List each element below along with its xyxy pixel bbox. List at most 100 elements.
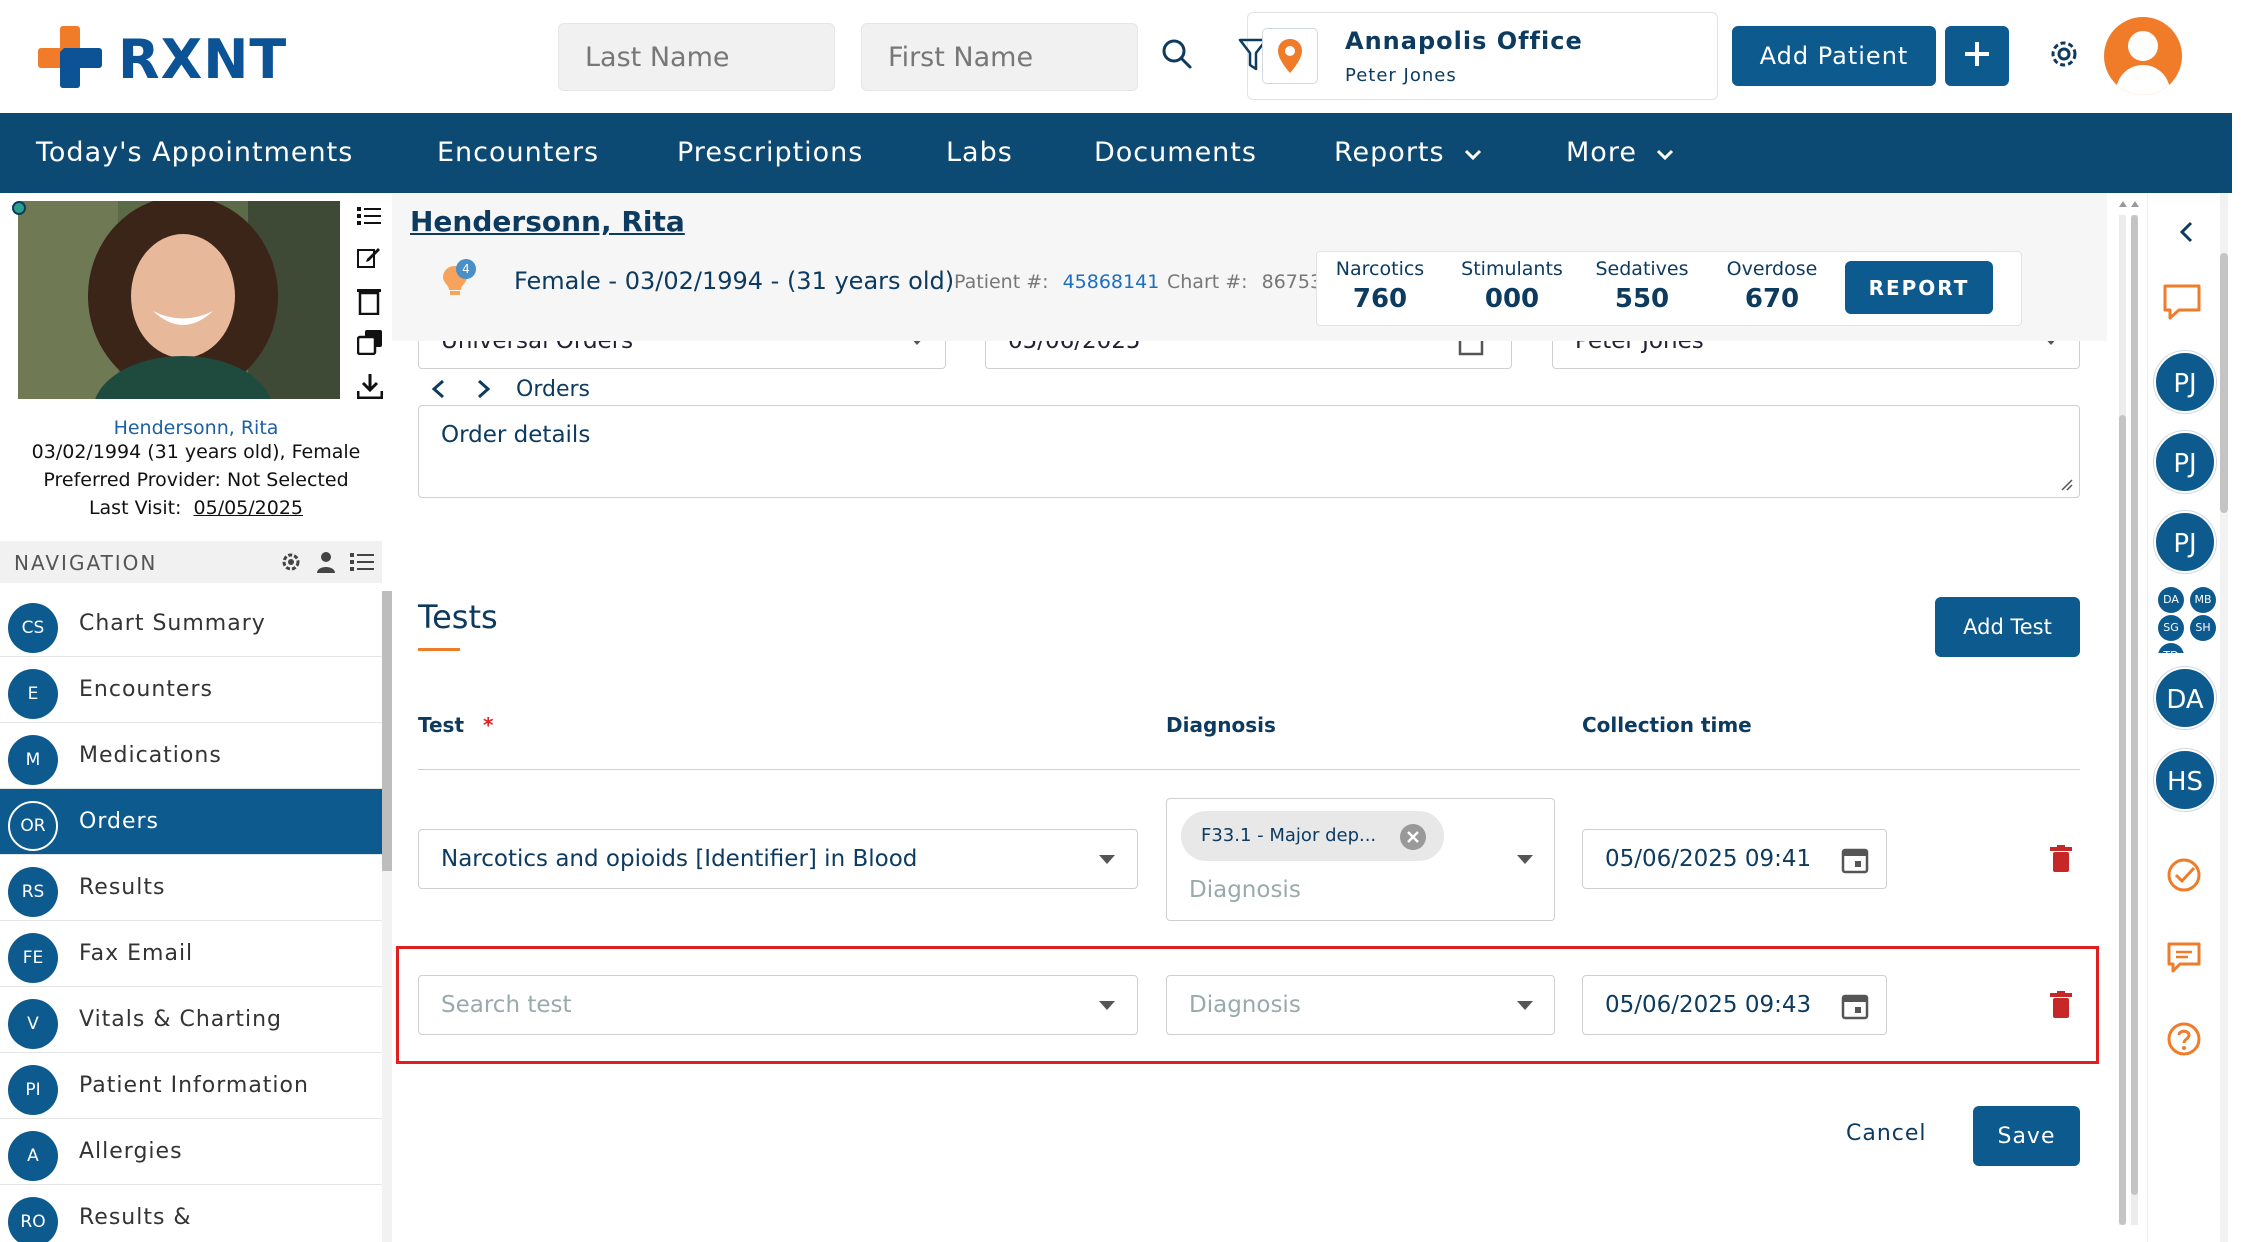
- sidebar-item-results-orders[interactable]: RO Results &: [0, 1185, 382, 1242]
- patient-banner: Hendersonn, Rita 4 Female - 03/02/1994 -…: [392, 193, 2107, 341]
- caret-down-icon: [1517, 855, 1533, 864]
- sidebar-item-patient-information[interactable]: PI Patient Information: [0, 1053, 382, 1119]
- help-icon[interactable]: [2166, 1021, 2202, 1057]
- message-icon[interactable]: [2166, 941, 2202, 975]
- rxnt-logo[interactable]: RXNT: [38, 26, 338, 91]
- list-icon[interactable]: [350, 551, 374, 573]
- trash-icon[interactable]: [357, 287, 381, 315]
- test-value: Narcotics and opioids [Identifier] in Bl…: [441, 846, 918, 872]
- save-button[interactable]: Save: [1973, 1106, 2080, 1166]
- sidebar-scrollbar-thumb[interactable]: [382, 591, 392, 871]
- right-rail: PJ PJ PJ DA MB SG SH TD DA HS: [2147, 193, 2228, 1242]
- patient-photo: [18, 201, 340, 399]
- patient-number-value[interactable]: 45868141: [1063, 271, 1160, 293]
- last-visit-value[interactable]: 05/05/2025: [194, 497, 304, 519]
- sidebar-item-allergies[interactable]: A Allergies: [0, 1119, 382, 1185]
- sidebar-item-encounters[interactable]: E Encounters: [0, 657, 382, 723]
- add-patient-button[interactable]: Add Patient: [1732, 26, 1936, 86]
- logo-text: RXNT: [118, 28, 288, 91]
- user-avatar[interactable]: [2104, 17, 2182, 95]
- close-icon[interactable]: [1399, 823, 1427, 851]
- edit-icon[interactable]: [357, 245, 381, 269]
- diagnosis-select-2[interactable]: Diagnosis: [1166, 975, 1555, 1035]
- diagnosis-select[interactable]: F33.1 - Major dep... Diagnosis: [1166, 798, 1555, 921]
- chevron-left-icon[interactable]: [430, 379, 446, 399]
- alert-badge[interactable]: 4: [442, 259, 482, 299]
- copy-icon[interactable]: [357, 329, 383, 355]
- location-name: Annapolis Office: [1345, 27, 1583, 55]
- avatar-pj[interactable]: PJ: [2154, 351, 2216, 413]
- header-divider: [418, 769, 2080, 770]
- chevron-left-icon[interactable]: [2178, 221, 2194, 243]
- sidebar-item-orders[interactable]: OR Orders: [0, 789, 382, 855]
- last-name-input[interactable]: [558, 23, 835, 91]
- alert-count-badge: 4: [456, 259, 476, 279]
- report-button[interactable]: REPORT: [1845, 261, 1993, 314]
- chat-icon[interactable]: [2162, 283, 2202, 321]
- add-test-button[interactable]: Add Test: [1935, 597, 2080, 657]
- scrollbar-thumb-b[interactable]: [2131, 215, 2138, 1195]
- banner-chart-number: Chart #: 867530: [1167, 271, 1334, 293]
- scroll-up-icon[interactable]: [2117, 197, 2141, 209]
- banner-patient-name[interactable]: Hendersonn, Rita: [410, 205, 685, 238]
- resize-handle-icon[interactable]: [2061, 479, 2073, 491]
- delete-icon[interactable]: [2050, 845, 2072, 873]
- patient-actions: [353, 205, 383, 415]
- nav-encounters[interactable]: Encounters: [437, 137, 599, 168]
- order-details-placeholder: Order details: [441, 422, 591, 448]
- calendar-icon[interactable]: [1841, 992, 1869, 1020]
- mini-avatar-sg: SG: [2158, 615, 2184, 641]
- sidebar-item-chart-summary[interactable]: CS Chart Summary: [0, 591, 382, 657]
- download-icon[interactable]: [357, 373, 383, 399]
- task-check-icon[interactable]: [2166, 857, 2202, 893]
- cancel-button[interactable]: Cancel: [1846, 1121, 1927, 1146]
- tests-title-underline: [418, 648, 460, 651]
- delete-icon[interactable]: [2050, 991, 2072, 1019]
- scrollbar-track-b[interactable]: [2131, 215, 2138, 1225]
- location-pin-box: [1262, 28, 1318, 84]
- gear-icon[interactable]: [280, 551, 302, 573]
- search-icon[interactable]: [1161, 38, 1193, 70]
- chevron-right-icon[interactable]: [476, 379, 492, 399]
- avatar-da[interactable]: DA: [2154, 667, 2216, 729]
- mini-avatar-group[interactable]: DA MB SG SH TD: [2154, 587, 2220, 653]
- add-plus-button[interactable]: [1945, 26, 2009, 86]
- avatar-hs[interactable]: HS: [2154, 749, 2216, 811]
- sidebar-scrollbar-track[interactable]: [382, 591, 392, 1242]
- search-test-select[interactable]: Search test: [418, 975, 1138, 1035]
- collection-time-field-2[interactable]: 05/06/2025 09:43: [1582, 975, 1887, 1035]
- score-overdose: Overdose 670: [1717, 258, 1827, 314]
- sidebar-item-results[interactable]: RS Results: [0, 855, 382, 921]
- rail-scrollbar[interactable]: [2220, 193, 2228, 1242]
- mini-avatar-da: DA: [2158, 587, 2184, 613]
- gear-icon[interactable]: [2046, 36, 2082, 72]
- sidebar-item-badge: OR: [8, 801, 58, 851]
- status-dot: [12, 201, 26, 215]
- order-details-textarea[interactable]: Order details: [418, 405, 2080, 498]
- diagnosis-chip[interactable]: F33.1 - Major dep...: [1181, 811, 1444, 861]
- sidebar-item-vitals-charting[interactable]: V Vitals & Charting: [0, 987, 382, 1053]
- search-test-placeholder: Search test: [441, 992, 572, 1018]
- list-icon[interactable]: [357, 205, 381, 227]
- chevron-down-icon: [1656, 149, 1674, 161]
- scrollbar-thumb-a[interactable]: [2119, 415, 2126, 1225]
- nav-documents[interactable]: Documents: [1094, 137, 1257, 168]
- test-select[interactable]: Narcotics and opioids [Identifier] in Bl…: [418, 829, 1138, 889]
- scrollbar-track-a[interactable]: [2119, 215, 2126, 1225]
- person-icon[interactable]: [316, 551, 336, 573]
- collection-time-field[interactable]: 05/06/2025 09:41: [1582, 829, 1887, 889]
- main-scrollbar[interactable]: [2117, 193, 2141, 1242]
- nav-prescriptions[interactable]: Prescriptions: [677, 137, 863, 168]
- nav-more[interactable]: More: [1566, 137, 1674, 168]
- patient-card-name[interactable]: Hendersonn, Rita: [0, 417, 392, 439]
- avatar-pj[interactable]: PJ: [2154, 511, 2216, 573]
- nav-labs[interactable]: Labs: [946, 137, 1013, 168]
- calendar-icon[interactable]: [1841, 846, 1869, 874]
- nav-todays-appointments[interactable]: Today's Appointments: [36, 137, 353, 168]
- location-selector[interactable]: Annapolis Office Peter Jones: [1238, 12, 1718, 100]
- nav-reports[interactable]: Reports: [1334, 137, 1482, 168]
- sidebar-item-fax-email[interactable]: FE Fax Email: [0, 921, 382, 987]
- sidebar-item-medications[interactable]: M Medications: [0, 723, 382, 789]
- avatar-pj[interactable]: PJ: [2154, 431, 2216, 493]
- first-name-input[interactable]: [861, 23, 1138, 91]
